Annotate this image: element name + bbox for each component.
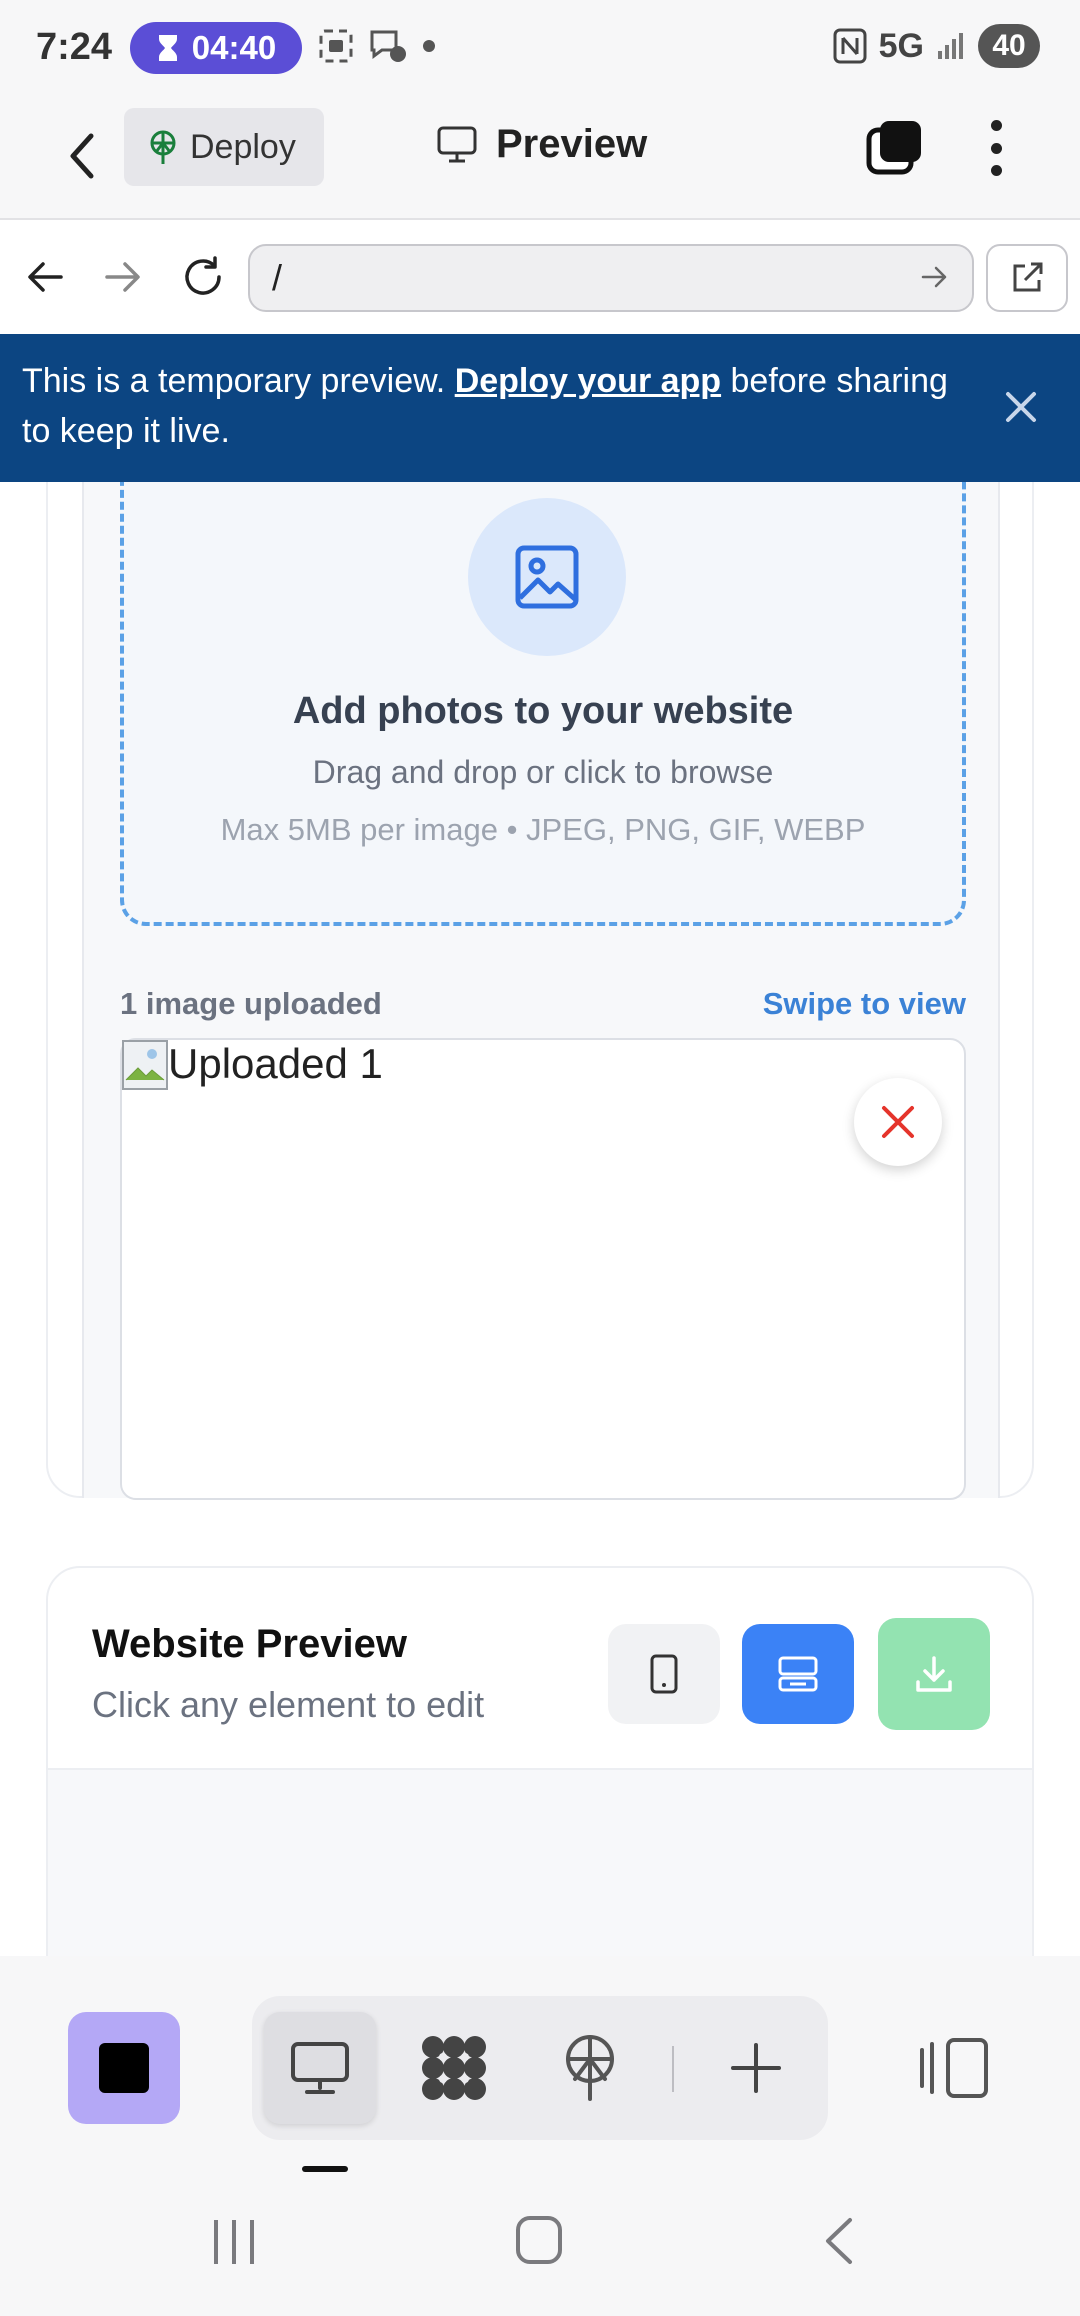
download-icon xyxy=(916,1656,952,1692)
status-time: 7:24 xyxy=(36,26,113,68)
uploaded-image-card[interactable]: Uploaded 1 xyxy=(120,1038,966,1500)
apps-icon xyxy=(422,2036,486,2100)
deploy-button[interactable]: Deploy xyxy=(124,108,324,186)
system-nav-bar xyxy=(0,2172,1080,2316)
preview-content: Add photos to your website Drag and drop… xyxy=(0,482,1080,1958)
toolbar-group xyxy=(252,1996,828,2140)
notification-icons xyxy=(318,28,436,64)
reload-icon xyxy=(185,256,221,295)
app-header: Deploy Preview xyxy=(0,96,1080,220)
broken-image-icon xyxy=(122,1040,168,1090)
browser-toolbar: / xyxy=(0,220,1080,334)
back-button[interactable] xyxy=(56,124,108,188)
open-external-button[interactable] xyxy=(986,244,1068,312)
remove-image-button[interactable] xyxy=(854,1078,942,1166)
battery-indicator: 40 xyxy=(978,24,1040,68)
recent-apps-button[interactable] xyxy=(214,2220,254,2264)
panel-icon[interactable] xyxy=(918,2036,990,2100)
desktop-icon xyxy=(778,1656,818,1692)
nfc-icon xyxy=(833,28,867,64)
desktop-view-button[interactable] xyxy=(742,1624,854,1724)
page-title: Preview xyxy=(496,122,648,166)
monitor-icon xyxy=(437,126,477,162)
dot-icon xyxy=(423,40,435,52)
download-button[interactable] xyxy=(878,1618,990,1730)
website-preview-card: Website Preview Click any element to edi… xyxy=(46,1566,1034,1958)
arrow-right-icon xyxy=(105,262,140,292)
banner-text-before: This is a temporary preview. xyxy=(22,362,455,400)
url-text: / xyxy=(272,257,283,298)
stop-icon xyxy=(99,2043,149,2093)
website-preview-subtitle: Click any element to edit xyxy=(92,1684,485,1725)
tabs-icon[interactable] xyxy=(866,118,924,176)
deploy-icon xyxy=(566,2035,614,2101)
add-tool-button[interactable] xyxy=(700,2012,812,2124)
go-arrow-icon[interactable] xyxy=(920,262,950,292)
toolbar-deploy-tab[interactable] xyxy=(534,2012,646,2124)
network-type: 5G xyxy=(878,26,924,65)
uploaded-count: 1 image uploaded xyxy=(120,986,382,1021)
arrow-left-icon xyxy=(28,262,63,292)
signal-icon xyxy=(938,33,963,59)
system-back-button[interactable] xyxy=(822,2216,856,2266)
browser-back-button[interactable] xyxy=(20,252,70,302)
close-icon[interactable] xyxy=(998,384,1044,430)
external-link-icon xyxy=(1013,262,1043,292)
chevron-left-icon xyxy=(70,133,94,179)
image-icon xyxy=(515,545,579,609)
image-icon-circle xyxy=(468,498,626,656)
mobile-view-button[interactable] xyxy=(608,1624,720,1724)
plus-icon xyxy=(731,2043,781,2093)
messenger-icon xyxy=(370,30,406,62)
toolbar-preview-tab[interactable] xyxy=(264,2012,376,2124)
screenshot-icon xyxy=(319,29,353,63)
phone-icon xyxy=(650,1654,678,1694)
uploaded-image: Uploaded 1 xyxy=(122,1040,383,1090)
upload-panel: Add photos to your website Drag and drop… xyxy=(82,482,1000,1500)
timer-value: 04:40 xyxy=(191,29,277,66)
bottom-toolbar xyxy=(0,1956,1080,2172)
hourglass-icon xyxy=(158,35,177,61)
dropzone-subtitle: Drag and drop or click to browse xyxy=(312,754,774,790)
image-alt-text: Uploaded 1 xyxy=(168,1040,383,1087)
upload-status-row: 1 image uploaded Swipe to view xyxy=(120,986,966,1022)
swipe-to-view-link[interactable]: Swipe to view xyxy=(763,986,966,1022)
toolbar-apps-tab[interactable] xyxy=(398,2012,510,2124)
browser-forward-button[interactable] xyxy=(98,252,148,302)
dropzone-title: Add photos to your website xyxy=(292,690,794,732)
website-preview-title: Website Preview xyxy=(92,1622,407,1666)
toolbar-separator xyxy=(672,2046,674,2092)
deploy-icon xyxy=(150,130,176,164)
close-icon xyxy=(882,1106,914,1138)
photo-dropzone[interactable]: Add photos to your website Drag and drop… xyxy=(120,482,966,926)
website-preview-canvas[interactable] xyxy=(48,1770,1032,1958)
status-bar: 7:24 04:40 5G 40 xyxy=(0,0,1080,96)
focus-timer-badge: 04:40 xyxy=(130,22,302,74)
more-menu-button[interactable] xyxy=(976,116,1016,180)
deploy-label: Deploy xyxy=(190,127,296,166)
temporary-preview-banner: This is a temporary preview. Deploy your… xyxy=(0,334,1080,482)
photo-upload-card: Add photos to your website Drag and drop… xyxy=(46,482,1034,1500)
desktop-icon xyxy=(291,2042,349,2094)
stop-button[interactable] xyxy=(68,2012,180,2124)
deploy-your-app-link[interactable]: Deploy your app xyxy=(455,362,721,400)
reload-button[interactable] xyxy=(178,252,228,302)
status-right: 5G 40 xyxy=(833,24,1040,68)
home-button[interactable] xyxy=(516,2216,562,2264)
dropzone-hint: Max 5MB per image • JPEG, PNG, GIF, WEBP xyxy=(220,812,866,847)
preview-tab-title[interactable]: Preview xyxy=(436,122,647,167)
url-input[interactable]: / xyxy=(248,244,974,312)
